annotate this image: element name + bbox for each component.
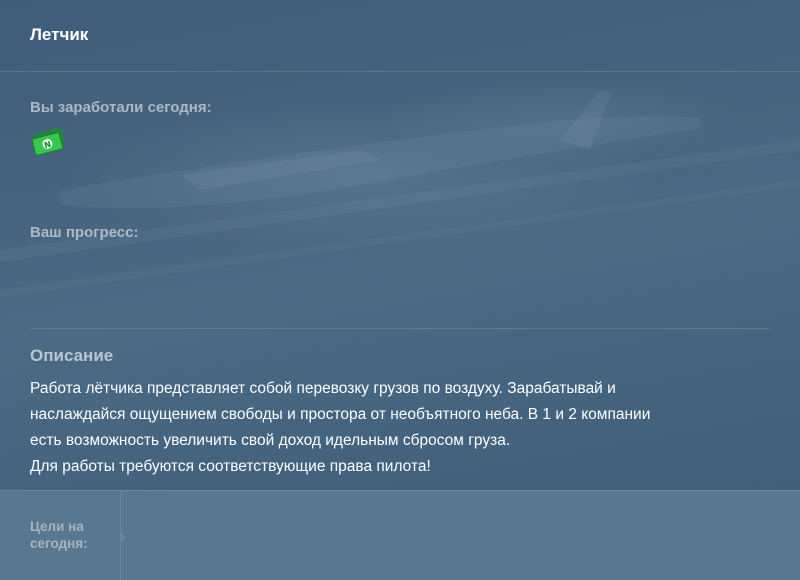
money-icon: N [31,128,65,156]
goals-label-line: Цели на [30,519,84,534]
goals-label-line: сегодня: [30,536,88,551]
description-line: Для работы требуются соответствующие пра… [30,458,431,475]
separator-arrow-icon [121,532,126,542]
page-title: Летчик [30,25,89,44]
job-window: Летчик Вы заработали сегодня: N Ваш прог… [0,0,800,580]
earned-today-label: Вы заработали сегодня: [30,99,212,116]
section-divider [30,328,770,329]
header: Летчик [0,0,800,72]
description-line: наслаждайся ощущением свободы и простора… [30,406,651,423]
goals-today-label: Цели на сегодня: [30,518,110,552]
goals-footer: Цели на сегодня: [0,490,800,580]
description-title: Описание [30,346,114,365]
description-line: Работа лётчика представляет собой перево… [30,380,616,397]
goals-list [130,491,800,580]
description-text: Работа лётчика представляет собой перево… [30,376,770,480]
progress-label: Ваш прогресс: [30,224,139,241]
description-line: есть возможность увеличить свой доход ид… [30,432,511,449]
